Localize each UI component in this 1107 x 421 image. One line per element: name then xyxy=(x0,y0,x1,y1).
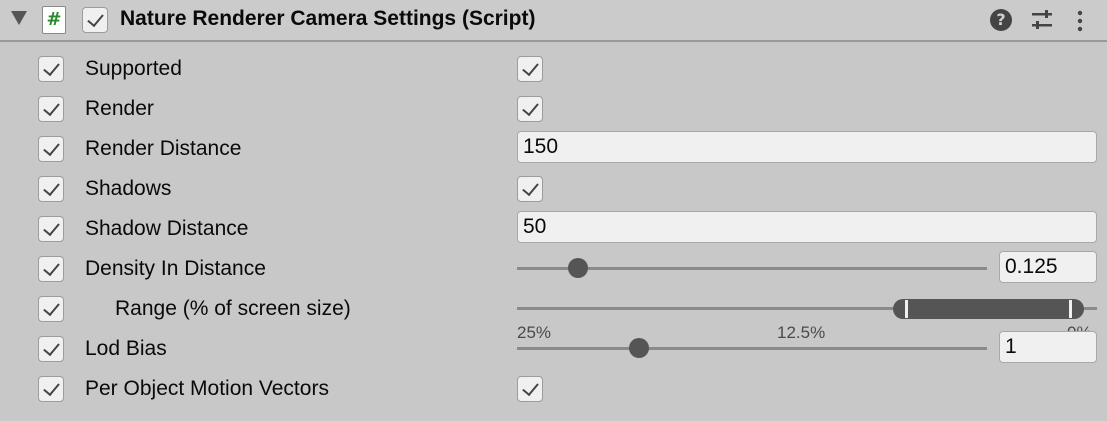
more-icon[interactable] xyxy=(1074,9,1086,33)
lod-bias-value-field[interactable]: 1 xyxy=(999,331,1097,363)
field-label: Per Object Motion Vectors xyxy=(85,377,329,400)
field-label: Range (% of screen size) xyxy=(115,297,351,320)
motion-vectors-toggle[interactable] xyxy=(517,376,543,402)
override-checkbox[interactable] xyxy=(38,56,64,82)
override-checkbox[interactable] xyxy=(38,376,64,402)
field-label: Render Distance xyxy=(85,137,242,160)
override-checkbox[interactable] xyxy=(38,256,64,282)
help-icon[interactable]: ? xyxy=(990,9,1012,31)
override-checkbox[interactable] xyxy=(38,296,64,322)
render-toggle[interactable] xyxy=(517,96,543,122)
script-icon: # xyxy=(42,6,66,34)
range-min-handle[interactable] xyxy=(905,300,908,318)
row-lod-bias: Lod Bias 1 xyxy=(0,329,1107,369)
field-label: Density In Distance xyxy=(85,257,266,280)
field-label: Supported xyxy=(85,57,182,80)
row-per-object-motion-vectors: Per Object Motion Vectors xyxy=(0,369,1107,409)
range-max-handle[interactable] xyxy=(1069,300,1072,318)
supported-toggle[interactable] xyxy=(517,56,543,82)
field-label: Lod Bias xyxy=(85,337,167,360)
override-checkbox[interactable] xyxy=(38,336,64,362)
row-render-distance: Render Distance 150 xyxy=(0,129,1107,169)
row-range-screen-size: Range (% of screen size) 25% 12.5% 0% xyxy=(0,289,1107,342)
shadow-distance-field[interactable]: 50 xyxy=(517,211,1097,243)
range-slider-fill[interactable] xyxy=(893,299,1084,319)
field-label: Shadow Distance xyxy=(85,217,249,240)
field-label: Shadows xyxy=(85,177,172,200)
component-header: # Nature Renderer Camera Settings (Scrip… xyxy=(0,0,1107,42)
override-checkbox[interactable] xyxy=(38,216,64,242)
row-density-in-distance: Density In Distance 0.125 xyxy=(0,249,1107,289)
lod-bias-slider-thumb[interactable] xyxy=(629,338,650,358)
override-checkbox[interactable] xyxy=(38,176,64,202)
override-checkbox[interactable] xyxy=(38,136,64,162)
component-enabled-checkbox[interactable] xyxy=(82,7,108,33)
lod-bias-slider-track[interactable] xyxy=(517,347,987,350)
shadows-toggle[interactable] xyxy=(517,176,543,202)
density-slider-thumb[interactable] xyxy=(568,258,589,278)
density-value-field[interactable]: 0.125 xyxy=(999,251,1097,283)
foldout-arrow-icon[interactable] xyxy=(11,11,27,25)
field-label: Render xyxy=(85,97,154,120)
row-shadows: Shadows xyxy=(0,169,1107,209)
row-render: Render xyxy=(0,89,1107,129)
override-checkbox[interactable] xyxy=(38,96,64,122)
presets-icon[interactable] xyxy=(1030,9,1054,31)
render-distance-field[interactable]: 150 xyxy=(517,131,1097,163)
component-title: Nature Renderer Camera Settings (Script) xyxy=(120,7,536,30)
row-supported: Supported xyxy=(0,49,1107,89)
row-shadow-distance: Shadow Distance 50 xyxy=(0,209,1107,249)
